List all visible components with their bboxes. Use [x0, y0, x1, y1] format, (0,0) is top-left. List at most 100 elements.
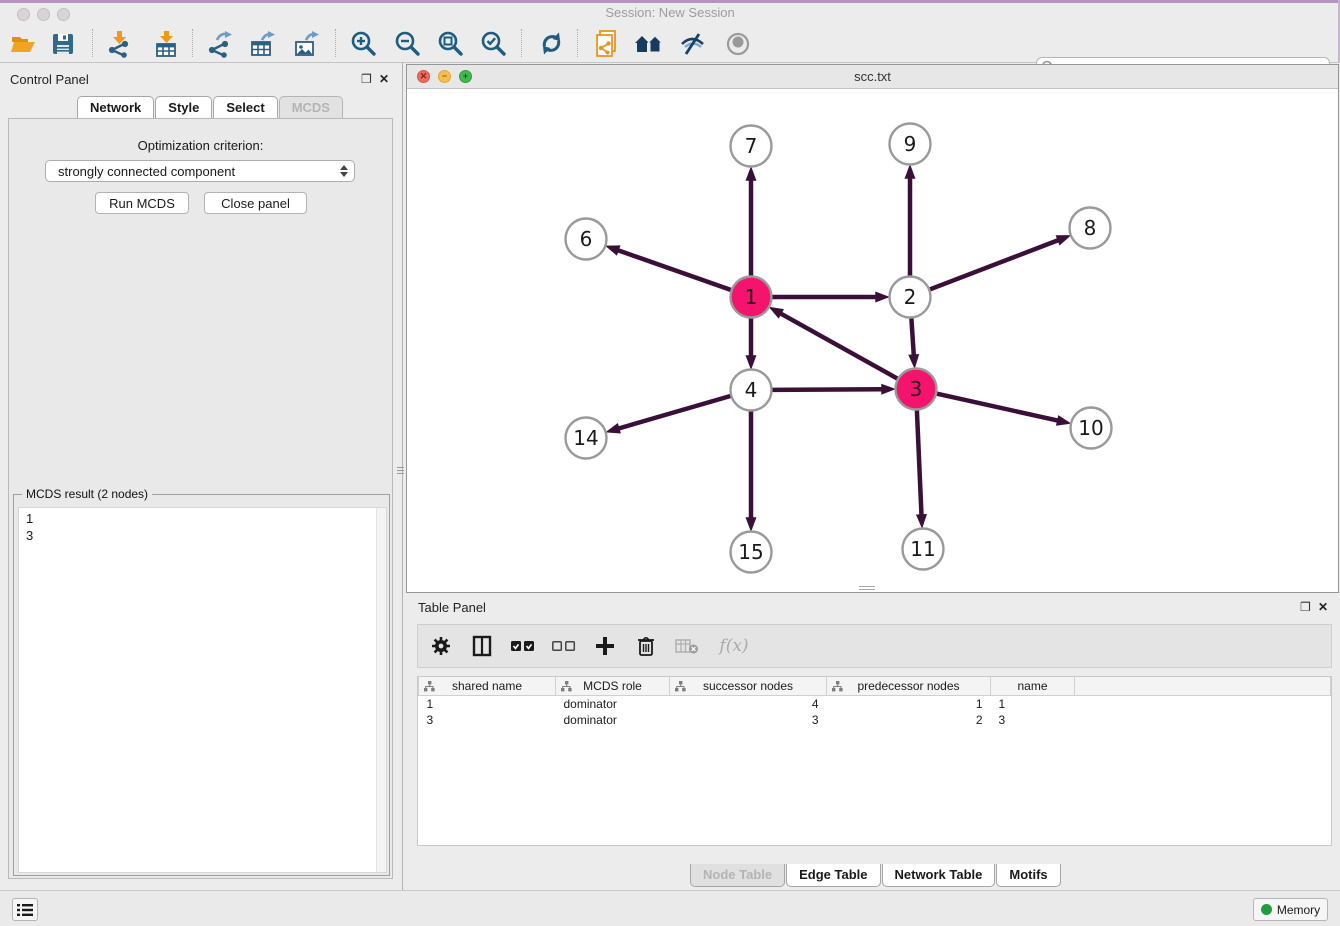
column-header-successor-nodes[interactable]: successor nodes [670, 677, 827, 696]
graph-node-2[interactable]: 2 [890, 277, 931, 318]
graph-node-1[interactable]: 1 [731, 277, 772, 318]
graph-node-4[interactable]: 4 [731, 370, 772, 411]
tab-node-table[interactable]: Node Table [690, 864, 785, 887]
graph-edge-4-3[interactable] [773, 389, 883, 390]
hide-selected-button[interactable] [677, 28, 709, 59]
zoom-fit-button[interactable] [434, 28, 466, 59]
graph-edge-3-10[interactable] [937, 394, 1058, 421]
graph-edge-1-6[interactable] [618, 250, 731, 290]
svg-text:8: 8 [1084, 216, 1097, 240]
graph-edge-2-8[interactable] [930, 240, 1059, 289]
zoom-window-button[interactable] [57, 8, 70, 21]
delete-column-button[interactable] [633, 633, 659, 659]
status-bar: Memory [0, 890, 1340, 926]
column-header-predecessor-nodes[interactable]: predecessor nodes [827, 677, 991, 696]
tab-style[interactable]: Style [155, 96, 212, 119]
close-window-button[interactable] [17, 8, 30, 21]
table-cell[interactable]: 3 [991, 712, 1075, 728]
export-network-button[interactable] [203, 28, 235, 59]
result-scrollbar[interactable] [376, 508, 386, 872]
minimize-window-button[interactable] [37, 8, 50, 21]
graph-edge-4-14[interactable] [618, 396, 730, 429]
control-panel-close-button[interactable]: ✕ [379, 73, 389, 85]
export-table-button[interactable] [246, 28, 278, 59]
control-panel-float-button[interactable]: ❒ [361, 73, 372, 85]
graph-edge-3-1[interactable] [780, 313, 897, 378]
table-cell[interactable]: 1 [827, 696, 991, 713]
network-split-grip[interactable] [859, 586, 875, 591]
show-all-button[interactable] [722, 28, 754, 59]
import-network-button[interactable] [103, 28, 135, 59]
tab-select[interactable]: Select [213, 96, 277, 119]
table-cell[interactable]: 3 [419, 712, 556, 728]
create-column-button[interactable] [592, 633, 618, 659]
zoom-selected-icon [480, 30, 507, 57]
mcds-result-list[interactable]: 1 3 [18, 507, 387, 873]
table-cell[interactable]: dominator [556, 696, 670, 713]
table-row[interactable]: 1dominator411 [419, 696, 1331, 713]
tab-edge-table[interactable]: Edge Table [786, 864, 880, 887]
new-network-from-selection-button[interactable] [590, 28, 622, 59]
svg-text:10: 10 [1078, 416, 1103, 440]
table-panel-close-button[interactable]: ✕ [1318, 601, 1328, 613]
tab-network[interactable]: Network [77, 96, 154, 119]
graph-node-3[interactable]: 3 [896, 369, 937, 410]
zoom-out-icon [394, 30, 421, 57]
graph-node-6[interactable]: 6 [566, 219, 607, 260]
table-row[interactable]: 3dominator323 [419, 712, 1331, 728]
zoom-selected-button[interactable] [477, 28, 509, 59]
show-columns-button[interactable] [469, 633, 495, 659]
column-header-mcds-role[interactable]: MCDS role [556, 677, 670, 696]
graph-edge-3-11[interactable] [917, 411, 922, 516]
graph-node-8[interactable]: 8 [1070, 208, 1111, 249]
graph-node-7[interactable]: 7 [731, 126, 772, 167]
network-maximize-button[interactable]: + [459, 70, 472, 83]
column-header-name[interactable]: name [991, 677, 1075, 696]
network-canvas[interactable]: 7 9 6 8 1 2 4 3 14 10 15 11 [407, 89, 1338, 592]
select-all-columns-button[interactable] [510, 633, 536, 659]
table-panel-float-button[interactable]: ❒ [1300, 601, 1311, 613]
export-image-button[interactable] [290, 28, 322, 59]
tab-motifs[interactable]: Motifs [996, 864, 1060, 887]
run-mcds-button[interactable]: Run MCDS [95, 192, 189, 214]
graph-node-9[interactable]: 9 [890, 124, 931, 165]
graph-node-11[interactable]: 11 [903, 529, 944, 570]
unchecked-boxes-icon [552, 639, 576, 653]
graph-node-15[interactable]: 15 [731, 532, 772, 573]
memory-button[interactable]: Memory [1253, 898, 1328, 921]
panel-divider-grip[interactable] [397, 461, 404, 479]
toolbar-separator [577, 29, 578, 57]
trash-icon [636, 635, 656, 657]
tab-mcds[interactable]: MCDS [279, 96, 343, 119]
import-table-button[interactable] [150, 28, 182, 59]
table-cell[interactable]: 4 [670, 696, 827, 713]
graph-edge-2-3[interactable] [911, 319, 913, 356]
table-settings-button[interactable] [428, 633, 454, 659]
table-cell[interactable]: 3 [670, 712, 827, 728]
network-minimize-button[interactable]: − [438, 70, 451, 83]
refresh-layout-button[interactable] [535, 28, 567, 59]
toolbar-separator [192, 29, 193, 57]
export-network-icon [205, 30, 233, 58]
function-builder-button: f(x) [715, 633, 753, 659]
close-panel-button[interactable]: Close panel [204, 192, 307, 214]
zoom-out-button[interactable] [391, 28, 423, 59]
table-cell[interactable]: 2 [827, 712, 991, 728]
save-session-button[interactable] [47, 28, 79, 59]
optimization-select[interactable]: strongly connected component [45, 160, 355, 182]
task-history-button[interactable] [12, 898, 38, 921]
zoom-in-button[interactable] [347, 28, 379, 59]
graph-node-14[interactable]: 14 [566, 418, 607, 459]
network-close-button[interactable]: ✕ [417, 70, 430, 83]
network-graph[interactable]: 7 9 6 8 1 2 4 3 14 10 15 11 [407, 89, 1338, 592]
optimization-select-value: strongly connected component [58, 164, 340, 179]
table-cell[interactable]: dominator [556, 712, 670, 728]
column-header-shared-name[interactable]: shared name [419, 677, 556, 696]
first-neighbors-button[interactable] [633, 28, 665, 59]
table-cell[interactable]: 1 [419, 696, 556, 713]
unselect-all-columns-button[interactable] [551, 633, 577, 659]
open-session-button[interactable] [7, 28, 39, 59]
table-cell[interactable]: 1 [991, 696, 1075, 713]
tab-network-table[interactable]: Network Table [882, 864, 996, 887]
graph-node-10[interactable]: 10 [1071, 408, 1112, 449]
